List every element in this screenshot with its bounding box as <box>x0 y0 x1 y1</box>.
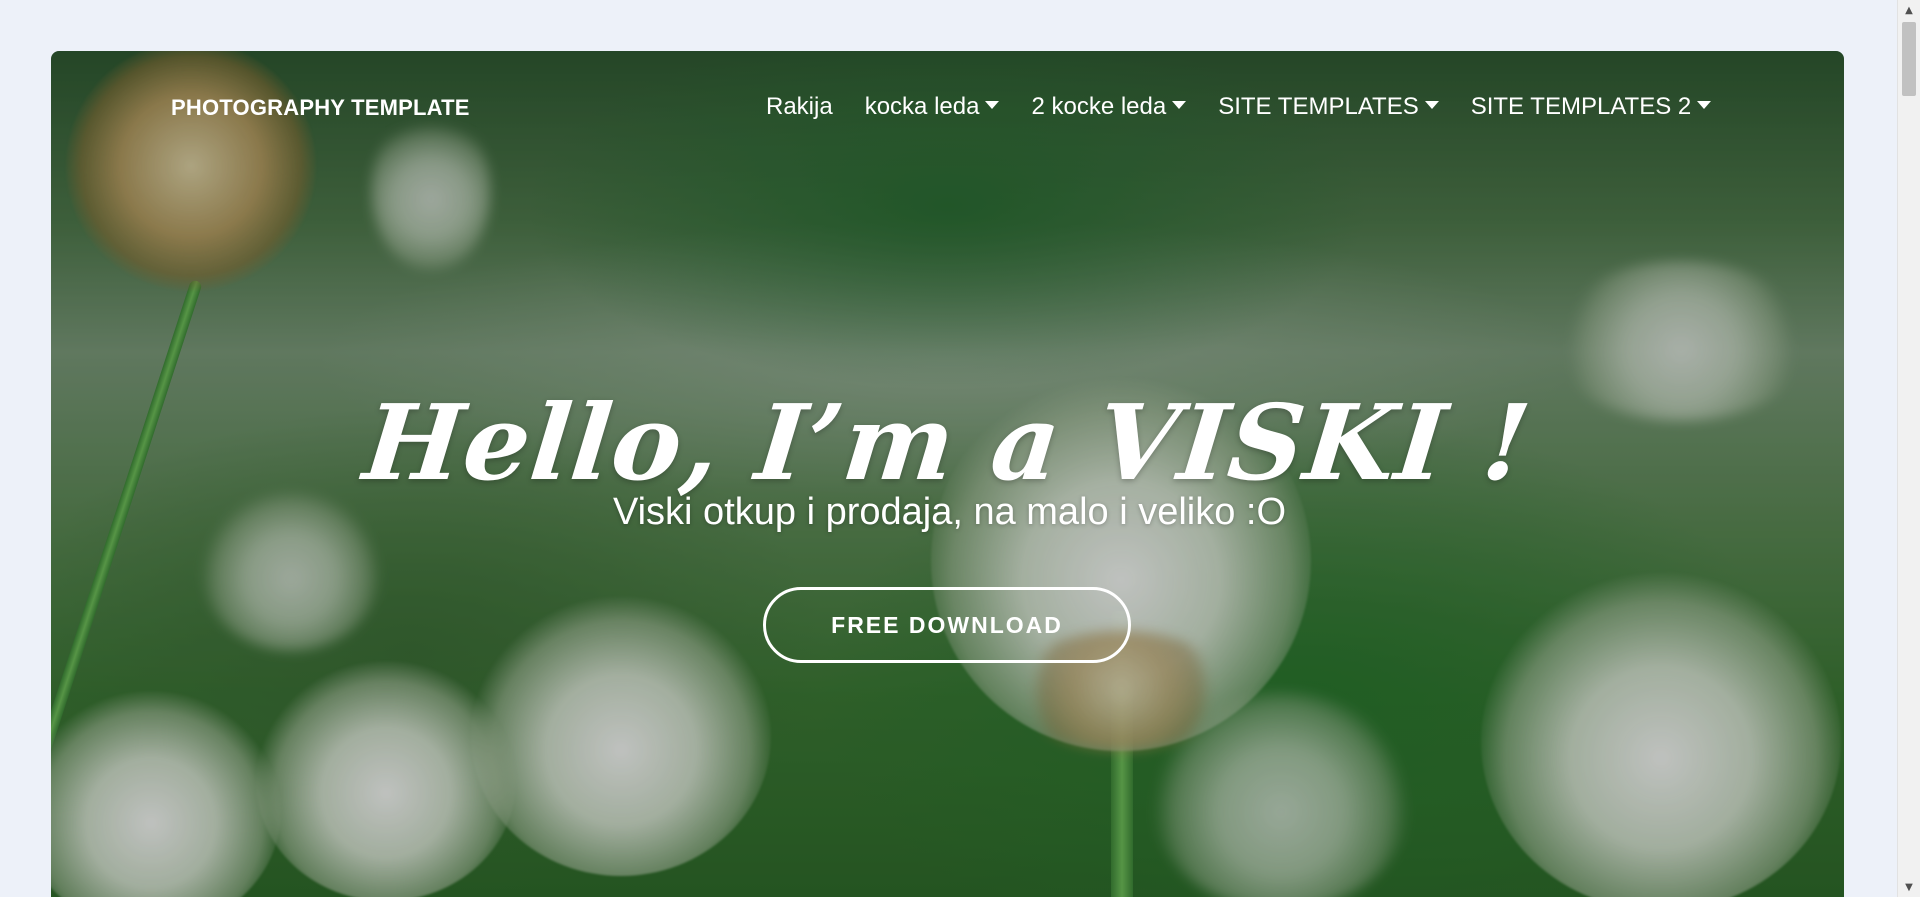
page: PHOTOGRAPHY TEMPLATE Rakija kocka leda 2… <box>0 0 1898 897</box>
scrollbar-thumb[interactable] <box>1902 22 1916 96</box>
vertical-scrollbar[interactable]: ▲ ▼ <box>1897 0 1920 897</box>
scroll-up-arrow-icon[interactable]: ▲ <box>1898 0 1920 20</box>
hero-section: PHOTOGRAPHY TEMPLATE Rakija kocka leda 2… <box>51 51 1844 897</box>
nav-item-2-kocke-leda[interactable]: 2 kocke leda <box>1015 93 1202 121</box>
caret-down-icon <box>1697 101 1712 109</box>
navbar: PHOTOGRAPHY TEMPLATE Rakija kocka leda 2… <box>51 51 1844 161</box>
nav-item-label: SITE TEMPLATES 2 <box>1470 93 1692 120</box>
hero-title: Hello, I’m a VISKI ! <box>358 380 1537 504</box>
nav-menu: Rakija kocka leda 2 kocke leda SITE TEMP… <box>750 93 1727 121</box>
nav-item-label: 2 kocke leda <box>1031 93 1167 120</box>
caret-down-icon <box>985 101 1000 109</box>
nav-item-kocka-leda[interactable]: kocka leda <box>849 93 1016 121</box>
caret-down-icon <box>1172 101 1187 109</box>
nav-item-label: Rakija <box>766 93 833 120</box>
nav-item-label: SITE TEMPLATES <box>1218 93 1419 120</box>
nav-item-site-templates[interactable]: SITE TEMPLATES <box>1202 93 1455 121</box>
caret-down-icon <box>1424 101 1439 109</box>
brand-logo-link[interactable]: PHOTOGRAPHY TEMPLATE <box>171 95 470 121</box>
nav-item-label: kocka leda <box>864 93 980 120</box>
scroll-down-arrow-icon[interactable]: ▼ <box>1898 877 1920 897</box>
nav-item-rakija[interactable]: Rakija <box>750 93 849 121</box>
free-download-button[interactable]: FREE DOWNLOAD <box>763 587 1131 663</box>
nav-item-site-templates-2[interactable]: SITE TEMPLATES 2 <box>1455 93 1728 121</box>
hero-subtitle: Viski otkup i prodaja, na malo i veliko … <box>612 491 1287 533</box>
